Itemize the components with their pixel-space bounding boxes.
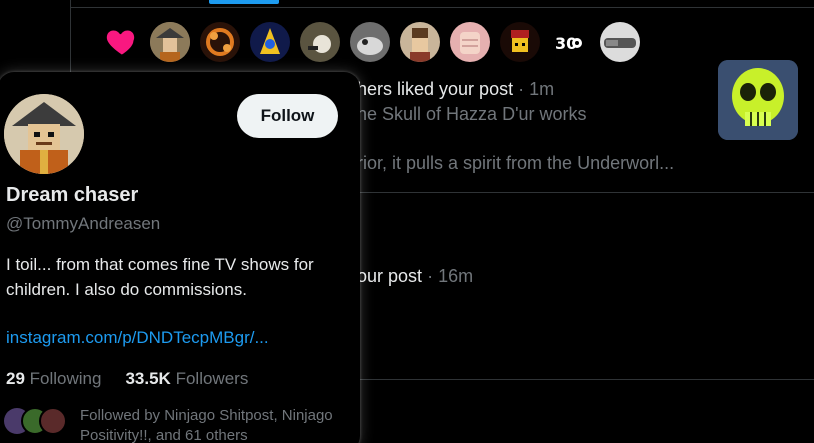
notification-post-title: he Skull of Hazza D'ur works: [357, 104, 587, 124]
followed-by-text[interactable]: Followed by Ninjago Shitpost, Ninjago Po…: [80, 406, 350, 443]
liker-avatar[interactable]: 30: [550, 22, 590, 62]
following-count: 29: [6, 369, 25, 388]
profile-link[interactable]: instagram.com/p/DNDTecpMBgr/...: [6, 328, 269, 348]
profile-display-name[interactable]: Dream chaser: [6, 184, 138, 207]
liker-avatar[interactable]: [500, 22, 540, 62]
profile-handle[interactable]: @TommyAndreasen: [6, 214, 160, 234]
notification-time: 1m: [529, 79, 555, 99]
liker-avatar[interactable]: [350, 22, 390, 62]
followers-label: Followers: [175, 369, 249, 388]
liker-avatar[interactable]: [400, 22, 440, 62]
profile-bio: I toil... from that comes fine TV shows …: [6, 255, 314, 299]
notification-action: hers liked your post: [357, 79, 514, 99]
profile-stats: 29 Following 33.5K Followers: [6, 369, 248, 389]
active-tab-indicator: [209, 0, 279, 4]
divider: [70, 7, 814, 8]
followers-count: 33.5K: [125, 369, 171, 388]
followed-by-avatars: [4, 407, 66, 435]
liker-avatar[interactable]: [200, 22, 240, 62]
liker-avatar[interactable]: [600, 22, 640, 62]
following-stat[interactable]: 29 Following: [6, 369, 101, 389]
liker-avatar[interactable]: [150, 22, 190, 62]
notification-post-excerpt: rior, it pulls a spirit from the Underwo…: [357, 153, 675, 173]
followers-stat[interactable]: 33.5K Followers: [125, 369, 248, 389]
follow-button[interactable]: Follow: [237, 94, 338, 138]
post-thumbnail[interactable]: [718, 60, 798, 140]
liker-avatar[interactable]: [250, 22, 290, 62]
notification-like-text[interactable]: hers liked your post · 1m: [357, 79, 554, 100]
profile-hover-card: Follow Dream chaser @TommyAndreasen I to…: [0, 72, 360, 443]
separator: ·: [518, 79, 525, 99]
separator: ·: [427, 266, 434, 286]
liker-avatar[interactable]: [300, 22, 340, 62]
following-label: Following: [29, 369, 102, 388]
liker-avatar[interactable]: [450, 22, 490, 62]
profile-avatar[interactable]: [4, 94, 84, 174]
notification-second-text[interactable]: our post · 16m: [357, 266, 473, 287]
notification-action: our post: [357, 266, 423, 286]
notification-time: 16m: [438, 266, 474, 286]
liker-avatars: 30: [150, 22, 640, 62]
heart-icon: [106, 30, 135, 55]
